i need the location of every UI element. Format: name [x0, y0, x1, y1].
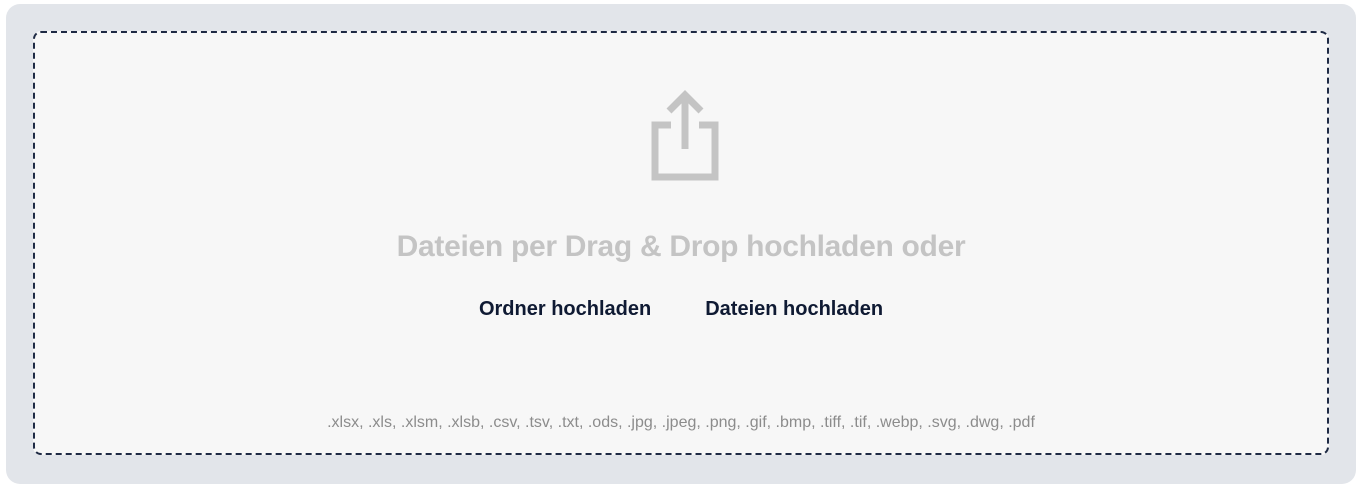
- upload-icon: [651, 90, 719, 181]
- accepted-formats-text: .xlsx, .xls, .xlsm, .xlsb, .csv, .tsv, .…: [327, 414, 1035, 431]
- upload-files-button[interactable]: Dateien hochladen: [705, 298, 883, 321]
- dropzone-headline: Dateien per Drag & Drop hochladen oder: [396, 230, 966, 263]
- file-dropzone[interactable]: Dateien per Drag & Drop hochladen oder O…: [33, 31, 1329, 455]
- upload-panel: Dateien per Drag & Drop hochladen oder O…: [6, 4, 1356, 484]
- upload-actions: Ordner hochladen Dateien hochladen: [35, 298, 1327, 321]
- upload-folder-button[interactable]: Ordner hochladen: [479, 298, 651, 321]
